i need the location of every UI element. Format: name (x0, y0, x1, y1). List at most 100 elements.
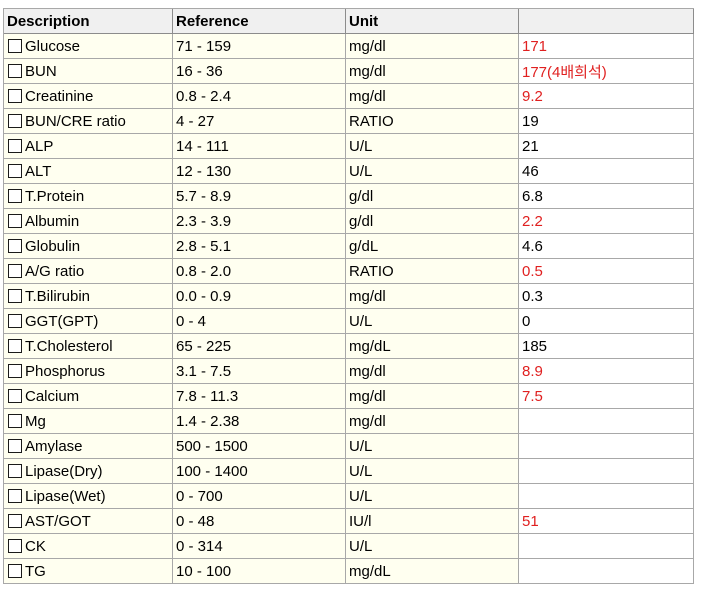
result-value-cell[interactable]: 4.6 (519, 234, 694, 259)
reference-range-cell: 16 - 36 (173, 59, 346, 84)
table-row[interactable]: AST/GOT 0 - 48 IU/l 51 (4, 509, 694, 534)
reference-range-cell: 0.8 - 2.0 (173, 259, 346, 284)
row-checkbox[interactable] (8, 289, 22, 303)
table-row[interactable]: Amylase 500 - 1500 U/L (4, 434, 694, 459)
reference-range-cell: 0 - 4 (173, 309, 346, 334)
row-checkbox[interactable] (8, 364, 22, 378)
result-value-cell[interactable]: 19 (519, 109, 694, 134)
table-row[interactable]: Globulin 2.8 - 5.1 g/dL 4.6 (4, 234, 694, 259)
test-name: A/G ratio (25, 262, 85, 280)
result-value-cell[interactable]: 46 (519, 159, 694, 184)
row-checkbox[interactable] (8, 489, 22, 503)
row-checkbox[interactable] (8, 139, 22, 153)
result-value-cell[interactable]: 2.2 (519, 209, 694, 234)
result-value-cell[interactable]: 171 (519, 34, 694, 59)
result-value-cell[interactable] (519, 409, 694, 434)
row-checkbox[interactable] (8, 389, 22, 403)
table-row[interactable]: BUN/CRE ratio 4 - 27 RATIO 19 (4, 109, 694, 134)
table-row[interactable]: Lipase(Dry) 100 - 1400 U/L (4, 459, 694, 484)
unit-cell: RATIO (346, 259, 519, 284)
row-checkbox[interactable] (8, 439, 22, 453)
row-checkbox[interactable] (8, 214, 22, 228)
row-checkbox[interactable] (8, 464, 22, 478)
unit-cell: mg/dl (346, 409, 519, 434)
test-name: BUN (25, 62, 57, 80)
unit-cell: mg/dl (346, 384, 519, 409)
row-checkbox[interactable] (8, 189, 22, 203)
table-row[interactable]: Calcium 7.8 - 11.3 mg/dl 7.5 (4, 384, 694, 409)
table-row[interactable]: GGT(GPT) 0 - 4 U/L 0 (4, 309, 694, 334)
table-row[interactable]: Creatinine 0.8 - 2.4 mg/dl 9.2 (4, 84, 694, 109)
row-checkbox[interactable] (8, 264, 22, 278)
row-checkbox[interactable] (8, 539, 22, 553)
row-checkbox[interactable] (8, 64, 22, 78)
unit-cell: mg/dL (346, 334, 519, 359)
result-value-cell[interactable]: 7.5 (519, 384, 694, 409)
result-value-cell[interactable] (519, 484, 694, 509)
row-checkbox[interactable] (8, 414, 22, 428)
description-cell: Amylase (4, 434, 173, 459)
row-checkbox[interactable] (8, 39, 22, 53)
description-cell: CK (4, 534, 173, 559)
row-checkbox[interactable] (8, 114, 22, 128)
reference-range-cell: 4 - 27 (173, 109, 346, 134)
table-row[interactable]: T.Cholesterol 65 - 225 mg/dL 185 (4, 334, 694, 359)
table-row[interactable]: CK 0 - 314 U/L (4, 534, 694, 559)
reference-range-cell: 1.4 - 2.38 (173, 409, 346, 434)
description-cell: Globulin (4, 234, 173, 259)
result-value-cell[interactable]: 6.8 (519, 184, 694, 209)
table-row[interactable]: BUN 16 - 36 mg/dl 177(4배희석) (4, 59, 694, 84)
table-row[interactable]: Albumin 2.3 - 3.9 g/dl 2.2 (4, 209, 694, 234)
description-cell: BUN/CRE ratio (4, 109, 173, 134)
column-header-unit[interactable]: Unit (346, 9, 519, 34)
column-header-reference[interactable]: Reference (173, 9, 346, 34)
unit-cell: U/L (346, 159, 519, 184)
result-value-cell[interactable]: 0.3 (519, 284, 694, 309)
description-cell: BUN (4, 59, 173, 84)
unit-cell: U/L (346, 484, 519, 509)
table-row[interactable]: A/G ratio 0.8 - 2.0 RATIO 0.5 (4, 259, 694, 284)
result-value-cell[interactable]: 0.5 (519, 259, 694, 284)
description-cell: Albumin (4, 209, 173, 234)
reference-range-cell: 5.7 - 8.9 (173, 184, 346, 209)
result-value-cell[interactable] (519, 534, 694, 559)
table-row[interactable]: TG 10 - 100 mg/dL (4, 559, 694, 584)
description-cell: AST/GOT (4, 509, 173, 534)
reference-range-cell: 500 - 1500 (173, 434, 346, 459)
row-checkbox[interactable] (8, 564, 22, 578)
test-name: T.Bilirubin (25, 287, 91, 305)
table-row[interactable]: ALP 14 - 111 U/L 21 (4, 134, 694, 159)
result-value-cell[interactable]: 185 (519, 334, 694, 359)
column-header-value[interactable] (519, 9, 694, 34)
table-body: Glucose 71 - 159 mg/dl 171 BUN 16 - 36 m… (4, 34, 694, 584)
result-value-cell[interactable]: 9.2 (519, 84, 694, 109)
result-value-cell[interactable] (519, 459, 694, 484)
column-header-description[interactable]: Description (4, 9, 173, 34)
table-row[interactable]: Phosphorus 3.1 - 7.5 mg/dl 8.9 (4, 359, 694, 384)
result-value-cell[interactable] (519, 434, 694, 459)
table-row[interactable]: Lipase(Wet) 0 - 700 U/L (4, 484, 694, 509)
result-value-cell[interactable]: 51 (519, 509, 694, 534)
row-checkbox[interactable] (8, 514, 22, 528)
result-value-cell[interactable]: 21 (519, 134, 694, 159)
description-cell: Glucose (4, 34, 173, 59)
result-value-cell[interactable]: 177(4배희석) (519, 59, 694, 84)
table-row[interactable]: T.Bilirubin 0.0 - 0.9 mg/dl 0.3 (4, 284, 694, 309)
row-checkbox[interactable] (8, 314, 22, 328)
row-checkbox[interactable] (8, 89, 22, 103)
description-cell: Lipase(Wet) (4, 484, 173, 509)
table-row[interactable]: Mg 1.4 - 2.38 mg/dl (4, 409, 694, 434)
description-cell: T.Protein (4, 184, 173, 209)
row-checkbox[interactable] (8, 339, 22, 353)
row-checkbox[interactable] (8, 164, 22, 178)
result-value-cell[interactable]: 8.9 (519, 359, 694, 384)
row-checkbox[interactable] (8, 239, 22, 253)
result-value-cell[interactable]: 0 (519, 309, 694, 334)
table-row[interactable]: Glucose 71 - 159 mg/dl 171 (4, 34, 694, 59)
unit-cell: mg/dl (346, 34, 519, 59)
table-row[interactable]: ALT 12 - 130 U/L 46 (4, 159, 694, 184)
reference-range-cell: 0 - 314 (173, 534, 346, 559)
unit-cell: U/L (346, 134, 519, 159)
table-row[interactable]: T.Protein 5.7 - 8.9 g/dl 6.8 (4, 184, 694, 209)
result-value-cell[interactable] (519, 559, 694, 584)
